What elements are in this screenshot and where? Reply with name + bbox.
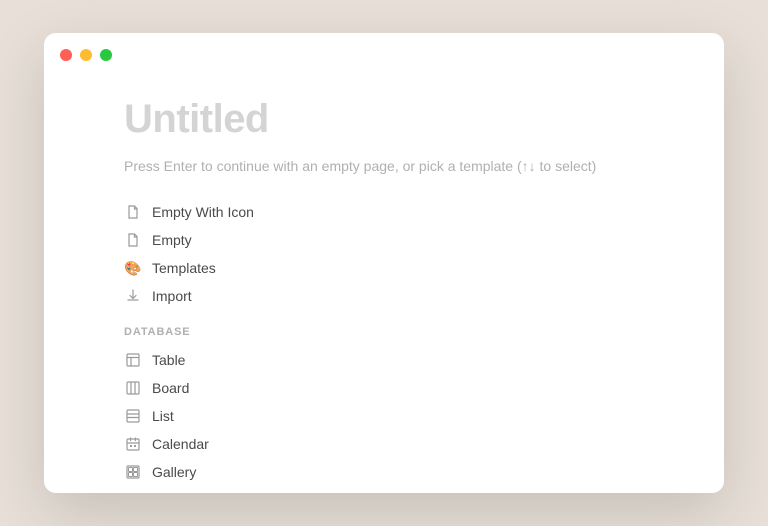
menu-item-list[interactable]: List bbox=[124, 402, 644, 430]
minimize-button[interactable] bbox=[80, 49, 92, 61]
menu-item-label: Calendar bbox=[152, 436, 209, 452]
menu-item-label: Import bbox=[152, 288, 192, 304]
page-subtitle: Press Enter to continue with an empty pa… bbox=[124, 158, 644, 174]
menu-item-label: Templates bbox=[152, 260, 216, 276]
menu-item-gallery[interactable]: Gallery bbox=[124, 458, 644, 486]
menu-item-label: Gallery bbox=[152, 464, 196, 480]
doc-icon bbox=[124, 231, 142, 249]
database-menu-list: Table Board List bbox=[124, 346, 644, 486]
menu-item-empty-with-icon[interactable]: Empty With Icon bbox=[124, 198, 644, 226]
menu-item-label: Empty bbox=[152, 232, 192, 248]
list-icon bbox=[124, 407, 142, 425]
calendar-icon bbox=[124, 435, 142, 453]
templates-icon: 🎨 bbox=[124, 259, 142, 277]
close-button[interactable] bbox=[60, 49, 72, 61]
download-icon bbox=[124, 287, 142, 305]
doc-icon bbox=[124, 203, 142, 221]
titlebar bbox=[44, 33, 724, 77]
app-window: Untitled Press Enter to continue with an… bbox=[44, 33, 724, 493]
menu-item-templates[interactable]: 🎨 Templates bbox=[124, 254, 644, 282]
menu-item-board[interactable]: Board bbox=[124, 374, 644, 402]
gallery-icon bbox=[124, 463, 142, 481]
menu-item-label: List bbox=[152, 408, 174, 424]
board-icon bbox=[124, 379, 142, 397]
menu-item-import[interactable]: Import bbox=[124, 282, 644, 310]
menu-item-table[interactable]: Table bbox=[124, 346, 644, 374]
menu-item-label: Board bbox=[152, 380, 189, 396]
main-menu-list: Empty With Icon Empty 🎨 Templates bbox=[124, 198, 644, 310]
menu-item-calendar[interactable]: Calendar bbox=[124, 430, 644, 458]
database-section-label: DATABASE bbox=[124, 326, 644, 338]
page-title: Untitled bbox=[124, 97, 644, 142]
main-content: Untitled Press Enter to continue with an… bbox=[44, 77, 724, 493]
menu-item-label: Empty With Icon bbox=[152, 204, 254, 220]
maximize-button[interactable] bbox=[100, 49, 112, 61]
table-icon bbox=[124, 351, 142, 369]
menu-item-empty[interactable]: Empty bbox=[124, 226, 644, 254]
menu-item-label: Table bbox=[152, 352, 185, 368]
